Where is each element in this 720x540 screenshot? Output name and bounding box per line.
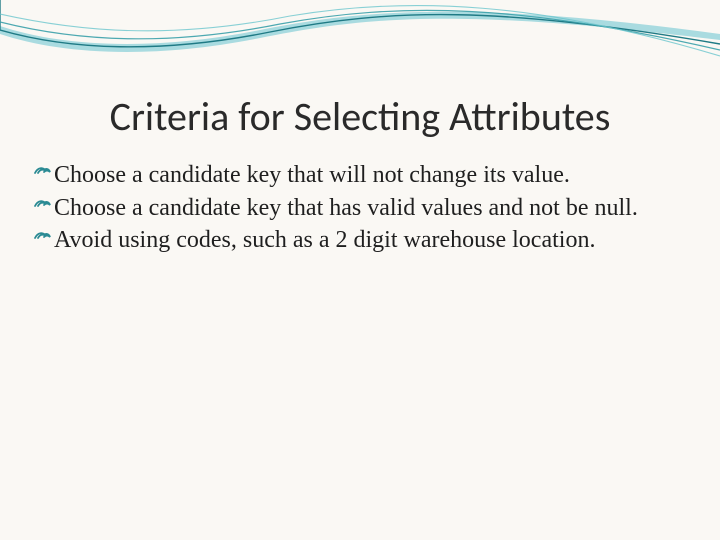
bullet-item: Choose a candidate key that will not cha…	[32, 160, 680, 191]
bullet-icon	[32, 225, 52, 253]
header-wave-decoration	[0, 0, 720, 90]
bullet-text: Avoid using codes, such as a 2 digit war…	[54, 225, 680, 256]
slide-body: Choose a candidate key that will not cha…	[32, 160, 680, 258]
bullet-text: Choose a candidate key that has valid va…	[54, 193, 680, 224]
bullet-icon	[32, 160, 52, 188]
bullet-item: Avoid using codes, such as a 2 digit war…	[32, 225, 680, 256]
bullet-icon	[32, 193, 52, 221]
slide: Criteria for Selecting Attributes Choose…	[0, 0, 720, 540]
slide-title: Criteria for Selecting Attributes	[0, 92, 720, 141]
wave-icon	[0, 0, 720, 90]
bullet-text: Choose a candidate key that will not cha…	[54, 160, 680, 191]
bullet-item: Choose a candidate key that has valid va…	[32, 193, 680, 224]
